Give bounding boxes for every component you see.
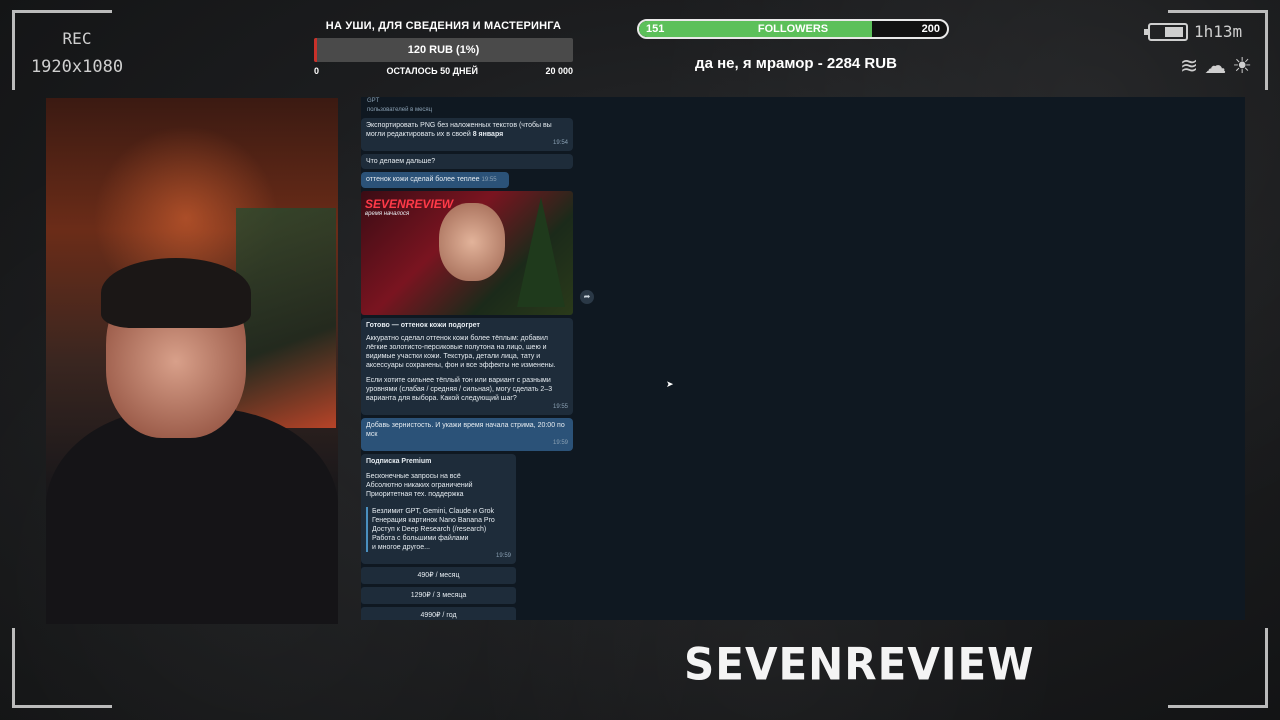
chat-message-outgoing: оттенок кожи сделай более теплее 19:55 xyxy=(361,172,509,188)
price-button-year[interactable]: 4990₽ / год xyxy=(361,607,516,620)
preview-brand: SEVENREVIEW xyxy=(365,197,454,211)
rec-label: REC xyxy=(62,29,92,48)
donation-progress-label: 120 RUB (1%) xyxy=(407,44,480,56)
premium-card: Подписка Premium Бесконечные запросы на … xyxy=(361,454,516,564)
followers-label: FOLLOWERS xyxy=(757,23,829,35)
donation-goal: НА УШИ, ДЛЯ СВЕДЕНИЯ И МАСТЕРИНГА 120 RU… xyxy=(314,20,573,76)
weather-icon: ≋☁☀ xyxy=(1179,53,1258,78)
webcam-feed xyxy=(46,98,338,624)
shared-screen: GPT пользователей в месяц Экспортировать… xyxy=(361,97,1245,620)
image-preview[interactable]: SEVENREVIEW время началося xyxy=(361,191,573,315)
battery-icon xyxy=(1144,22,1188,41)
streamer-body xyxy=(46,408,338,624)
followers-target: 200 xyxy=(921,23,940,35)
chat-message: Готово — оттенок кожи подогрет Аккуратно… xyxy=(361,318,573,415)
resolution-label: 1920x1080 xyxy=(30,57,124,77)
chat-message-outgoing: Добавь зернистость. И укажи время начала… xyxy=(361,418,573,451)
chat-window[interactable]: GPT пользователей в месяц Экспортировать… xyxy=(361,97,573,620)
chat-message: Экспортировать PNG без наложенных тексто… xyxy=(361,118,573,151)
donation-progress-bar: 120 RUB (1%) xyxy=(314,38,573,62)
preview-face xyxy=(439,203,505,281)
donation-goal-max: 20 000 xyxy=(545,66,573,76)
mouse-cursor-icon: ➤ xyxy=(666,379,674,389)
status-widget: 1h13m ≋☁☀ xyxy=(1144,22,1258,79)
premium-quote: Безлимит GPT, Gemini, Claude и Grok Гене… xyxy=(366,507,511,552)
chat-message: Что делаем дальше? xyxy=(361,154,573,169)
price-button-month[interactable]: 490₽ / месяц xyxy=(361,567,516,584)
frame-corner-bottom-left xyxy=(12,628,112,708)
followers-goal-bar: 151 FOLLOWERS 200 xyxy=(637,19,949,39)
poster-image xyxy=(236,208,336,428)
donation-goal-title: НА УШИ, ДЛЯ СВЕДЕНИЯ И МАСТЕРИНГА xyxy=(325,20,562,32)
price-button-3-months[interactable]: 1290₽ / 3 месяца xyxy=(361,587,516,604)
christmas-tree xyxy=(517,197,565,307)
recording-indicator: REC 1920x1080 xyxy=(26,24,128,82)
donation-goal-min: 0 xyxy=(314,66,320,76)
chat-subtitle: пользователей в месяц xyxy=(367,107,433,113)
donation-progress-fill xyxy=(314,38,317,62)
chat-title: GPT xyxy=(367,98,380,104)
share-icon[interactable]: ➦ xyxy=(580,290,594,304)
donation-goal-remaining: ОСТАЛОСЬ 50 ДНЕЙ xyxy=(386,66,478,76)
frame-corner-bottom-right xyxy=(1168,628,1268,708)
last-donation: да не, я мрамор - 2284 RUB xyxy=(695,55,897,72)
channel-logo: SEVENREVIEW xyxy=(684,638,1035,691)
battery-time: 1h13m xyxy=(1194,22,1243,41)
date-badge: 8 января xyxy=(472,131,504,138)
